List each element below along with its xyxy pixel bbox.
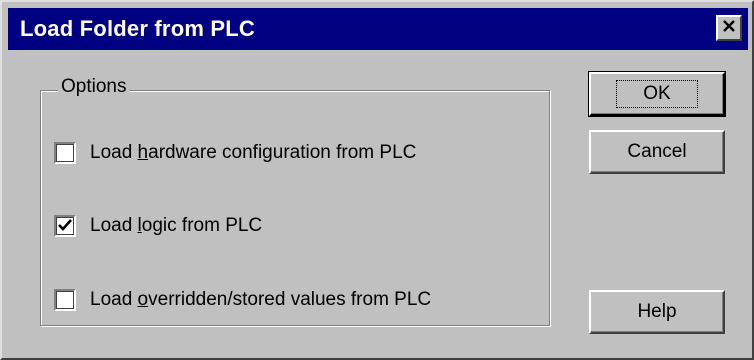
- cancel-button-label: Cancel: [627, 141, 687, 162]
- title-bar[interactable]: Load Folder from PLC: [8, 8, 748, 50]
- close-icon: [722, 19, 736, 37]
- checkbox-load-logic[interactable]: [54, 215, 76, 237]
- help-button-label: Help: [637, 301, 677, 322]
- option-load-logic[interactable]: Load logic from PLC: [54, 215, 262, 237]
- ok-button[interactable]: OK: [588, 71, 726, 117]
- checkbox-load-hardware-config[interactable]: [54, 142, 76, 164]
- option-load-hardware-config[interactable]: Load hardware configuration from PLC: [54, 142, 416, 164]
- checkbox-load-overridden-values[interactable]: [54, 289, 76, 311]
- checkmark-icon: [58, 219, 72, 231]
- ok-button-label: OK: [616, 80, 698, 108]
- option-label-load-overridden-values: Load overridden/stored values from PLC: [90, 289, 432, 310]
- window-title: Load Folder from PLC: [20, 16, 255, 41]
- close-button[interactable]: [716, 15, 742, 41]
- cancel-button[interactable]: Cancel: [589, 130, 725, 174]
- options-group-label: Options: [58, 76, 130, 98]
- dialog-window: Load Folder from PLC Options Load hardwa…: [0, 0, 754, 360]
- option-load-overridden-values[interactable]: Load overridden/stored values from PLC: [54, 289, 431, 311]
- option-label-load-hardware-config: Load hardware configuration from PLC: [90, 142, 417, 163]
- help-button[interactable]: Help: [589, 290, 725, 334]
- option-label-load-logic: Load logic from PLC: [90, 215, 263, 236]
